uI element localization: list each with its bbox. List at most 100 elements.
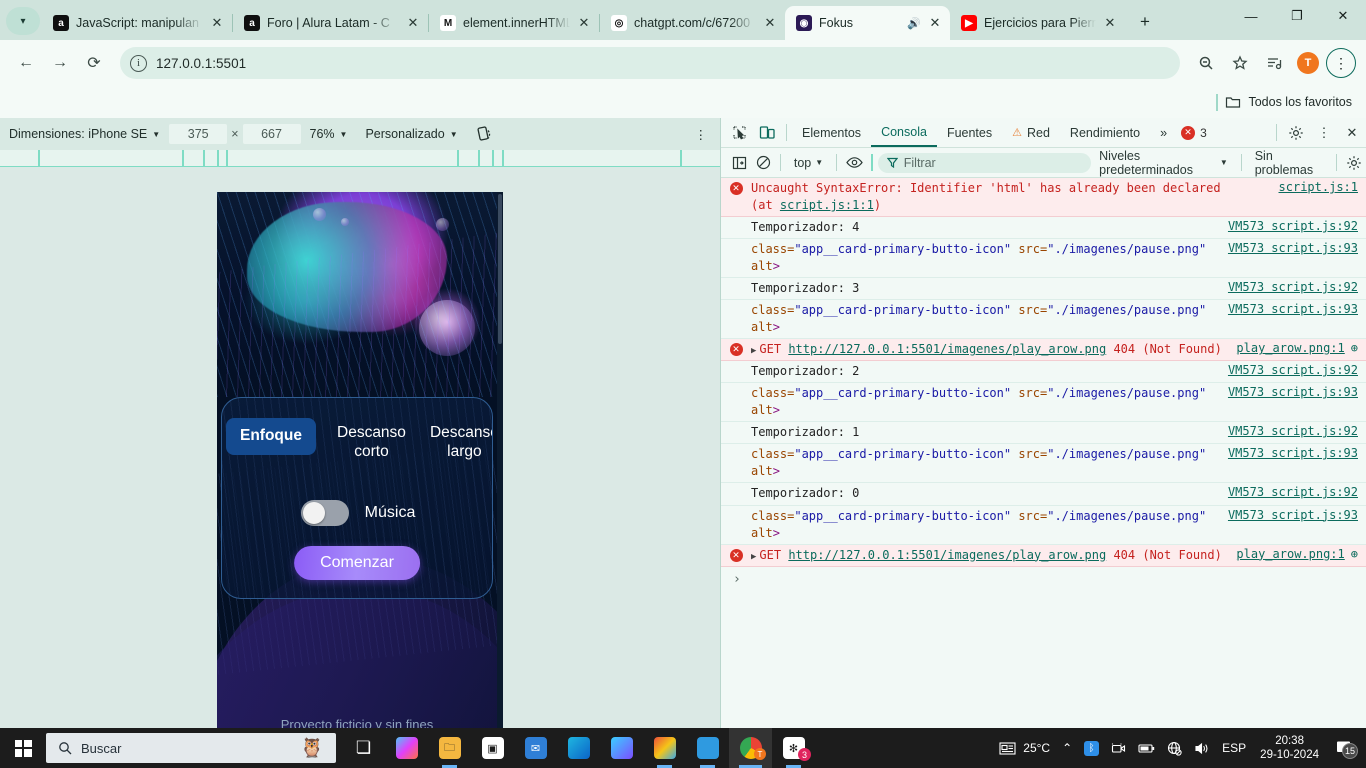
taskbar-adobe-icon[interactable] xyxy=(643,728,686,768)
console-source-link[interactable]: VM573 script.js:93 xyxy=(1220,385,1358,399)
devtools-close-button[interactable]: ✕ xyxy=(1338,120,1366,146)
taskbar-mail-icon[interactable]: ✉ xyxy=(514,728,557,768)
tab-close-button[interactable]: ✕ xyxy=(406,15,420,31)
live-expression-icon[interactable] xyxy=(842,150,866,176)
news-weather-widget[interactable]: 25°C xyxy=(993,741,1056,756)
expand-triangle-icon[interactable]: ▶ xyxy=(751,346,756,356)
close-window-button[interactable]: ✕ xyxy=(1320,0,1366,32)
browser-tab[interactable]: ◎ chatgpt.com/c/67200 ✕ xyxy=(600,6,785,40)
music-toggle[interactable] xyxy=(300,500,349,526)
mobile-viewport[interactable]: Enfoque Descanso corto Descanso largo Mú… xyxy=(217,192,503,728)
browser-tab[interactable]: a JavaScript: manipulan ✕ xyxy=(42,6,232,40)
console-sub-source-link[interactable]: script.js:1:1 xyxy=(780,198,874,212)
zoom-selector[interactable]: 76% ▼ xyxy=(301,118,357,150)
execution-context-selector[interactable]: top ▼ xyxy=(786,156,831,170)
device-toolbar-icon[interactable] xyxy=(753,120,781,146)
tab-close-button[interactable]: ✕ xyxy=(1103,15,1117,31)
tab-enfoque[interactable]: Enfoque xyxy=(226,418,316,455)
tab-close-button[interactable]: ✕ xyxy=(577,15,591,31)
console-source-link[interactable]: script.js:1 xyxy=(1271,180,1358,194)
taskbar-slack-icon[interactable]: ✻ 3 xyxy=(772,728,815,768)
maximize-button[interactable]: ❐ xyxy=(1274,0,1320,32)
zoom-out-icon[interactable] xyxy=(1190,47,1222,79)
taskbar-search-input[interactable]: Buscar 🦉 xyxy=(46,733,336,763)
network-offline-icon[interactable] xyxy=(1161,741,1188,756)
console-prompt[interactable]: › xyxy=(721,567,1366,592)
console-source-link[interactable]: VM573 script.js:93 xyxy=(1220,446,1358,460)
viewport-height-input[interactable]: 667 xyxy=(242,124,301,144)
taskbar-microsoft-store-icon[interactable]: ▣ xyxy=(471,728,514,768)
devtools-tab-rendimiento[interactable]: Rendimiento xyxy=(1060,118,1150,147)
rotate-device-icon[interactable] xyxy=(467,118,503,150)
taskbar-chrome-icon[interactable]: T xyxy=(729,728,772,768)
back-button[interactable]: ← xyxy=(10,47,42,79)
show-console-sidebar-icon[interactable] xyxy=(727,150,751,176)
tab-close-button[interactable]: ✕ xyxy=(210,15,224,31)
tab-close-button[interactable]: ✕ xyxy=(763,15,777,31)
tab-close-button[interactable]: ✕ xyxy=(928,15,942,31)
taskbar-vscode-icon[interactable] xyxy=(686,728,729,768)
camera-icon[interactable] xyxy=(1105,742,1132,755)
taskbar-edge-icon[interactable] xyxy=(557,728,600,768)
bluetooth-icon[interactable]: ᛒ xyxy=(1078,740,1105,756)
minimize-button[interactable]: — xyxy=(1228,0,1274,32)
taskbar-office-icon[interactable] xyxy=(600,728,643,768)
request-url-link[interactable]: http://127.0.0.1:5501/imagenes/play_arow… xyxy=(788,342,1106,356)
language-indicator[interactable]: ESP xyxy=(1216,741,1252,755)
devtools-tab-fuentes[interactable]: Fuentes xyxy=(937,118,1002,147)
console-source-link[interactable]: VM573 script.js:92 xyxy=(1220,485,1358,499)
console-source-link[interactable]: VM573 script.js:93 xyxy=(1220,302,1358,316)
taskbar-task-view-icon[interactable]: ❏ xyxy=(342,728,385,768)
console-filter-input[interactable]: Filtrar xyxy=(877,152,1092,173)
throttling-selector[interactable]: Personalizado ▼ xyxy=(356,118,466,150)
star-icon[interactable] xyxy=(1224,47,1256,79)
console-settings-gear-icon[interactable] xyxy=(1342,150,1366,176)
viewport-width-input[interactable]: 375 xyxy=(169,124,228,144)
start-button[interactable] xyxy=(0,728,46,768)
avatar[interactable]: T xyxy=(1292,47,1324,79)
console-source-link[interactable]: play_arow.png:1 xyxy=(1228,341,1344,355)
network-request-icon[interactable]: ⊕ xyxy=(1345,341,1358,355)
console-source-link[interactable]: VM573 script.js:92 xyxy=(1220,280,1358,294)
forward-button[interactable]: → xyxy=(44,47,76,79)
device-preset-selector[interactable]: Dimensiones: iPhone SE ▼ xyxy=(0,118,169,150)
console-source-link[interactable]: VM573 script.js:92 xyxy=(1220,363,1358,377)
devtools-overflow-button[interactable]: » xyxy=(1150,118,1177,147)
taskbar-file-explorer-icon[interactable]: 🗀 xyxy=(428,728,471,768)
tab-descanso-corto[interactable]: Descanso corto xyxy=(328,418,415,468)
tab-search-icon[interactable]: ▾ xyxy=(6,7,40,35)
reload-button[interactable]: ⟳ xyxy=(78,47,110,79)
devtools-more-button[interactable]: ⋮ xyxy=(1310,120,1338,146)
browser-tab[interactable]: ▶ Ejercicios para Piernas ✕ xyxy=(950,6,1125,40)
request-url-link[interactable]: http://127.0.0.1:5501/imagenes/play_arow… xyxy=(788,548,1106,562)
console-source-link[interactable]: VM573 script.js:92 xyxy=(1220,219,1358,233)
expand-triangle-icon[interactable]: ▶ xyxy=(751,552,756,562)
info-circle-icon[interactable]: i xyxy=(130,54,147,72)
devtools-tab-consola[interactable]: Consola xyxy=(871,118,937,147)
taskbar-clock[interactable]: 20:38 29-10-2024 xyxy=(1252,734,1327,763)
network-request-icon[interactable]: ⊕ xyxy=(1345,547,1358,561)
browser-tab[interactable]: Melement.innerHTML - ✕ xyxy=(429,6,599,40)
notifications-button[interactable]: 15 xyxy=(1327,739,1360,759)
gear-icon[interactable] xyxy=(1282,120,1310,146)
console-source-link[interactable]: VM573 script.js:92 xyxy=(1220,424,1358,438)
console-source-link[interactable]: VM573 script.js:93 xyxy=(1220,508,1358,522)
battery-icon[interactable] xyxy=(1132,743,1161,754)
browser-tab[interactable]: ◉ Fokus 🔊 ✕ xyxy=(785,6,950,40)
console-output[interactable]: ✕ Uncaught SyntaxError: Identifier 'html'… xyxy=(721,178,1366,728)
browser-menu-button[interactable]: ⋮ xyxy=(1326,48,1356,78)
new-tab-button[interactable]: + xyxy=(1131,8,1159,36)
issues-status[interactable]: Sin problemas xyxy=(1247,149,1331,177)
inspect-element-icon[interactable] xyxy=(725,120,753,146)
address-bar[interactable]: i 127.0.0.1:5501 xyxy=(120,47,1180,79)
browser-tab[interactable]: a Foro | Alura Latam - C ✕ xyxy=(233,6,428,40)
tab-audio-icon[interactable]: 🔊 xyxy=(907,17,921,30)
device-toolbar-more-button[interactable]: ⋮ xyxy=(683,127,721,142)
start-button[interactable]: Comenzar xyxy=(294,546,420,580)
devtools-tab-red[interactable]: ⚠ Red xyxy=(1002,118,1060,147)
viewport-scrollbar[interactable] xyxy=(497,192,503,728)
error-count-badge[interactable]: ✕ 3 xyxy=(1181,125,1207,140)
console-source-link[interactable]: play_arow.png:1 xyxy=(1228,547,1344,561)
tab-descanso-largo[interactable]: Descanso largo xyxy=(421,418,492,468)
volume-icon[interactable] xyxy=(1188,742,1216,755)
